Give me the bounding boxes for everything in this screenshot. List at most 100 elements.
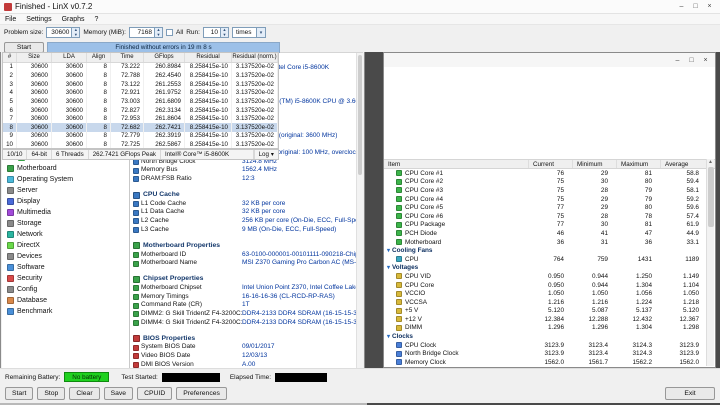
stats-row-memory-clock[interactable]: Memory Clock 1562.0 1561.7 1562.2 1562.0	[384, 358, 715, 367]
scrollbar-thumb[interactable]	[358, 55, 362, 175]
stats-row-cpu-package[interactable]: CPU Package 77 30 81 61.9	[384, 221, 715, 230]
stats-row-cpu-vid[interactable]: CPU VID 0.950 0.944 1.250 1.149	[384, 272, 715, 281]
start-button[interactable]: Start	[5, 387, 34, 400]
sidebar-item-multimedia[interactable]: Multimedia	[2, 207, 129, 218]
run-count-value[interactable]: 10	[204, 28, 220, 37]
scroll-up-icon[interactable]: ▲	[708, 159, 713, 165]
stats-row-12-v[interactable]: +12 V 12.384 12.288 12.432 12.367	[384, 315, 715, 324]
field-row[interactable]: Memory Timings 16-16-16-36 (CL-RCD-RP-RAS…	[130, 293, 363, 302]
detail-scrollbar[interactable]	[356, 53, 363, 395]
field-row[interactable]: Motherboard Chipset Intel Union Point Z37…	[130, 284, 363, 293]
problem-size-value[interactable]: 30600	[47, 28, 71, 37]
stats-row-vccio[interactable]: VCCIO 1.050 1.050 1.056 1.050	[384, 289, 715, 298]
column-header-size[interactable]: Size	[17, 53, 52, 62]
stepper-arrows[interactable]: ▲ ▼	[153, 28, 162, 37]
maximize-icon[interactable]: □	[689, 1, 702, 12]
exit-button[interactable]: Exit	[665, 387, 715, 400]
field-row[interactable]: L3 Cache 9 MB (On-Die, ECC, Full-Speed)	[130, 226, 363, 235]
table-row[interactable]: 8 30600 30600 8 72.682 262.7421 8.258415e-10 3.…	[3, 122, 278, 132]
column-header-[interactable]: #	[3, 53, 17, 62]
stats-row-motherboard[interactable]: Motherboard 36 31 36 33.1	[384, 238, 715, 247]
stats-row-cpu-core-6[interactable]: CPU Core #6 75 28 78 57.4	[384, 212, 715, 221]
stats-scrollbar[interactable]: ▲	[706, 159, 714, 366]
field-row[interactable]: DIMM2: G Skill TridentZ F4-3200C16-8GTZB…	[130, 310, 363, 319]
sidebar-item-software[interactable]: Software	[2, 262, 129, 273]
stats-row-pch-diode[interactable]: PCH Diode 46 41 47 44.9	[384, 229, 715, 238]
column-header-align[interactable]: Align	[87, 53, 111, 62]
column-header-item[interactable]: Item	[384, 160, 529, 168]
table-row[interactable]: 5 30600 30600 8 73.003 261.6809 8.258415e-10 3.…	[3, 97, 278, 106]
sidebar-item-motherboard[interactable]: Motherboard	[2, 163, 129, 174]
field-row[interactable]: L2 Cache 256 KB per core (On-Die, ECC, Fu…	[130, 217, 363, 226]
sidebar-item-benchmark[interactable]: Benchmark	[2, 306, 129, 317]
table-row[interactable]: 7 30600 30600 8 72.953 261.8604 8.258415e-10 3.…	[3, 114, 278, 123]
stats-row-cpu-core-2[interactable]: CPU Core #2 75 30 80 59.4	[384, 178, 715, 187]
all-memory-checkbox[interactable]	[165, 29, 173, 36]
column-header-current[interactable]: Current	[529, 160, 573, 168]
field-row[interactable]: Video BIOS Date 12/03/13	[130, 352, 363, 361]
field-row[interactable]: Memory Bus 1562.4 MHz	[130, 166, 363, 175]
column-header-residual[interactable]: Residual	[185, 53, 232, 62]
field-row[interactable]: L1 Data Cache 32 KB per core	[130, 208, 363, 217]
stats-row-dimm[interactable]: DIMM 1.296 1.296 1.304 1.298	[384, 324, 715, 333]
table-row[interactable]: 9 30600 30600 8 72.779 262.3919 8.258415e-10 3.…	[3, 131, 278, 141]
column-header-lda[interactable]: LDA	[52, 53, 87, 62]
problem-size-stepper[interactable]: 30600 ▲ ▼	[46, 27, 81, 38]
save-button[interactable]: Save	[103, 387, 134, 400]
memory-value[interactable]: 7168	[130, 28, 154, 37]
sidebar-item-operating-system[interactable]: Operating System	[2, 174, 129, 185]
spin-down-icon[interactable]: ▼	[220, 32, 228, 37]
close-icon[interactable]: ×	[703, 1, 716, 12]
field-row[interactable]: System BIOS Date 09/01/2017	[130, 343, 363, 352]
stats-row-cpu-clock[interactable]: CPU Clock 3123.9 3123.4 3124.3 3123.9	[384, 341, 715, 350]
menu-item-[interactable]: ?	[90, 14, 104, 24]
sidebar-item-storage[interactable]: Storage	[2, 218, 129, 229]
minimize-icon[interactable]: –	[671, 55, 684, 66]
table-row[interactable]: 2 30600 30600 8 72.788 262.4540 8.258415e-10 3.…	[3, 71, 278, 80]
table-row[interactable]: 10 30600 30600 8 72.725 262.5867 8.258415e-10 3…	[3, 140, 278, 148]
spin-down-icon[interactable]: ▼	[72, 32, 80, 37]
stepper-arrows[interactable]: ▲ ▼	[71, 28, 80, 37]
stats-row-cpu-core[interactable]: CPU Core 0.950 0.944 1.304 1.104	[384, 281, 715, 290]
stepper-arrows[interactable]: ▲ ▼	[219, 28, 228, 37]
menu-item-file[interactable]: File	[0, 14, 21, 24]
sidebar-item-directx[interactable]: DirectX	[2, 240, 129, 251]
column-header-minimum[interactable]: Minimum	[573, 160, 617, 168]
sidebar-item-network[interactable]: Network	[2, 229, 129, 240]
run-unit-select[interactable]: times ▾	[231, 27, 266, 38]
log-dropdown-button[interactable]: Log ▾	[253, 150, 278, 159]
table-row[interactable]: 4 30600 30600 8 72.921 261.9752 8.258415e-10 3.…	[3, 88, 278, 98]
sidebar-item-display[interactable]: Display	[2, 196, 129, 207]
close-icon[interactable]: ×	[699, 55, 712, 66]
column-header-gflops[interactable]: GFlops	[144, 53, 185, 62]
run-count-stepper[interactable]: 10 ▲ ▼	[202, 27, 229, 38]
clear-button[interactable]: Clear	[69, 387, 100, 400]
stats-row-cpu-core-3[interactable]: CPU Core #3 75 28 79 58.1	[384, 186, 715, 195]
chevron-down-icon[interactable]: ▾	[255, 28, 265, 37]
table-row[interactable]: 6 30600 30600 8 72.827 262.3134 8.258415e-10 3.…	[3, 105, 278, 115]
field-row[interactable]: L1 Code Cache 32 KB per core	[130, 200, 363, 209]
field-row[interactable]: Command Rate (CR) 1T	[130, 301, 363, 310]
stop-button[interactable]: Stop	[37, 387, 66, 400]
sidebar-item-devices[interactable]: Devices	[2, 251, 129, 262]
minimize-icon[interactable]: –	[675, 1, 688, 12]
column-header-time[interactable]: Time	[111, 53, 144, 62]
field-row[interactable]: DIMM4: G Skill TridentZ F4-3200C16-8GTZB…	[130, 319, 363, 328]
cpuid-button[interactable]: CPUID	[137, 387, 173, 400]
maximize-icon[interactable]: □	[685, 55, 698, 66]
field-row[interactable]: Motherboard Name MSI Z370 Gaming Pro Carb…	[130, 259, 363, 268]
scrollbar-thumb[interactable]	[707, 167, 714, 227]
field-row[interactable]: Motherboard ID 63-0100-000001-00101111-09…	[130, 251, 363, 260]
table-row[interactable]: 1 30600 30600 8 73.222 260.8984 8.258415e-10 3.…	[3, 62, 278, 72]
sidebar-item-config[interactable]: Config	[2, 284, 129, 295]
start-button-top[interactable]: Start	[4, 41, 44, 53]
sidebar-item-database[interactable]: Database	[2, 295, 129, 306]
menu-item-settings[interactable]: Settings	[21, 14, 56, 24]
stats-row-cpu-core-5[interactable]: CPU Core #5 77 29 80 59.6	[384, 203, 715, 212]
stats-row-cpu-core-1[interactable]: CPU Core #1 76 29 81 58.8	[384, 169, 715, 178]
table-row[interactable]: 3 30600 30600 8 73.122 261.2553 8.258415e-10 3.…	[3, 79, 278, 89]
column-header-maximum[interactable]: Maximum	[617, 160, 661, 168]
stats-row-vccsa[interactable]: VCCSA 1.216 1.216 1.224 1.218	[384, 298, 715, 307]
stats-row-5-v[interactable]: +5 V 5.120 5.087 5.137 5.120	[384, 307, 715, 316]
spin-down-icon[interactable]: ▼	[154, 32, 162, 37]
